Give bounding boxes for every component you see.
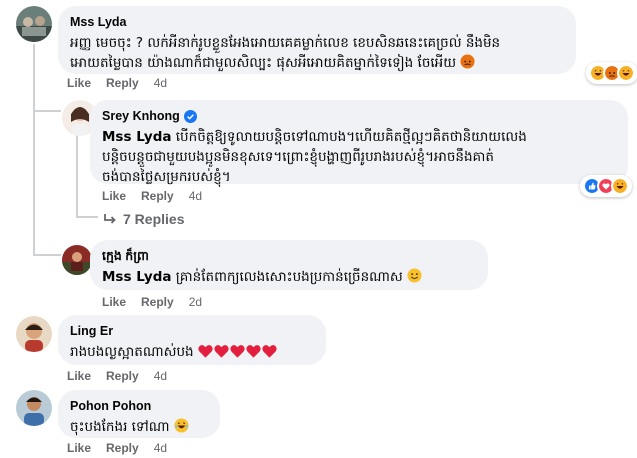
thread-line-elbow-3 xyxy=(33,254,61,256)
reply-button[interactable]: Reply xyxy=(141,189,174,203)
comment-age[interactable]: 4d xyxy=(154,76,167,90)
comment-author[interactable]: ក្មេង ក៏ព្រា xyxy=(102,248,476,264)
heart-icon xyxy=(214,344,229,358)
avatar-mss-lyda[interactable] xyxy=(16,6,52,42)
comment-actions-1: Like Reply 4d xyxy=(67,76,167,90)
comment-bubble-3: ក្មេង ក៏ព្រា Mss Lyda គ្រាន់តែពាក្យលេងសោ… xyxy=(90,240,488,290)
comment-age[interactable]: 4d xyxy=(154,369,167,383)
heart-icon xyxy=(198,344,213,358)
comment-text: រាងបងល្ងស្អាតណាស់បង xyxy=(70,342,314,362)
angry-emoji-icon xyxy=(460,54,475,69)
reaction-summary-2[interactable] xyxy=(580,175,632,197)
comment-author[interactable]: Srey Knhong xyxy=(102,108,616,124)
avatar-reply-user[interactable] xyxy=(62,245,92,275)
laughing-emoji-icon xyxy=(174,418,189,433)
thread-line-main xyxy=(33,44,35,254)
reply-button[interactable]: Reply xyxy=(106,76,139,90)
heart-icon xyxy=(246,344,261,358)
verified-badge-icon xyxy=(183,109,197,123)
comment-text: Mss Lyda បើកចិត្តឱ្យទូលាយបន្ដិចទៅណាបង។ហើ… xyxy=(102,129,527,185)
like-button[interactable]: Like xyxy=(102,295,126,309)
comment-actions-4: Like Reply 4d xyxy=(67,369,167,383)
comment-age[interactable]: 4d xyxy=(189,189,202,203)
comment-actions-2: Like Reply 4d xyxy=(102,189,202,203)
reply-button[interactable]: Reply xyxy=(141,295,174,309)
comment-thread: Mss Lyda អញ្ញ មេចចុះ ? លក់អីនាក់រូបខ្លួន… xyxy=(0,0,637,458)
avatar-pohon-pohon[interactable] xyxy=(16,390,52,426)
reply-arrow-icon xyxy=(103,213,117,225)
view-replies-link[interactable]: 7 Replies xyxy=(103,211,184,227)
like-button[interactable]: Like xyxy=(67,441,91,455)
comment-bubble-4: Ling Er រាងបងល្ងស្អាតណាស់បង xyxy=(58,315,326,365)
mention-tag[interactable]: Mss Lyda xyxy=(102,269,171,285)
heart-icon xyxy=(230,344,245,358)
mention-tag[interactable]: Mss Lyda xyxy=(102,129,171,145)
comment-author[interactable]: Ling Er xyxy=(70,323,314,339)
thread-line-sub xyxy=(76,126,78,216)
comment-text: Mss Lyda គ្រាន់តែពាក្យលេងសោះបងប្រកាន់ច្រ… xyxy=(102,267,476,287)
like-button[interactable]: Like xyxy=(102,189,126,203)
comment-age[interactable]: 4d xyxy=(154,441,167,455)
thread-line-elbow-1 xyxy=(33,110,61,112)
reply-button[interactable]: Reply xyxy=(106,441,139,455)
reaction-summary-1[interactable] xyxy=(586,62,637,84)
heart-icon xyxy=(262,344,277,358)
comment-bubble-2: Srey Knhong Mss Lyda បើកចិត្តឱ្យទូលាយបន្… xyxy=(90,100,628,185)
hearts-row xyxy=(198,344,277,358)
comment-actions-5: Like Reply 4d xyxy=(67,441,167,455)
haha-emoji-icon xyxy=(617,64,635,82)
comment-age[interactable]: 2d xyxy=(189,295,202,309)
like-button[interactable]: Like xyxy=(67,369,91,383)
comment-author[interactable]: Mss Lyda xyxy=(70,14,564,30)
thread-line-sub-elbow xyxy=(76,216,98,218)
comment-text: ចុះបងកែងរ ទៅណា xyxy=(70,417,208,437)
haha-emoji-icon xyxy=(611,177,629,195)
comment-bubble-1: Mss Lyda អញ្ញ មេចចុះ ? លក់អីនាក់រូបខ្លួន… xyxy=(58,6,576,74)
comment-bubble-5: Pohon Pohon ចុះបងកែងរ ទៅណា xyxy=(58,390,220,438)
comment-actions-3: Like Reply 2d xyxy=(102,295,202,309)
reply-button[interactable]: Reply xyxy=(106,369,139,383)
comment-text: អញ្ញ មេចចុះ ? លក់អីនាក់រូបខ្លួនអែងអោយគេគ… xyxy=(70,35,501,71)
comment-author[interactable]: Pohon Pohon xyxy=(70,398,208,414)
like-button[interactable]: Like xyxy=(67,76,91,90)
smile-emoji-icon xyxy=(407,268,422,283)
avatar-ling-er[interactable] xyxy=(16,316,52,352)
